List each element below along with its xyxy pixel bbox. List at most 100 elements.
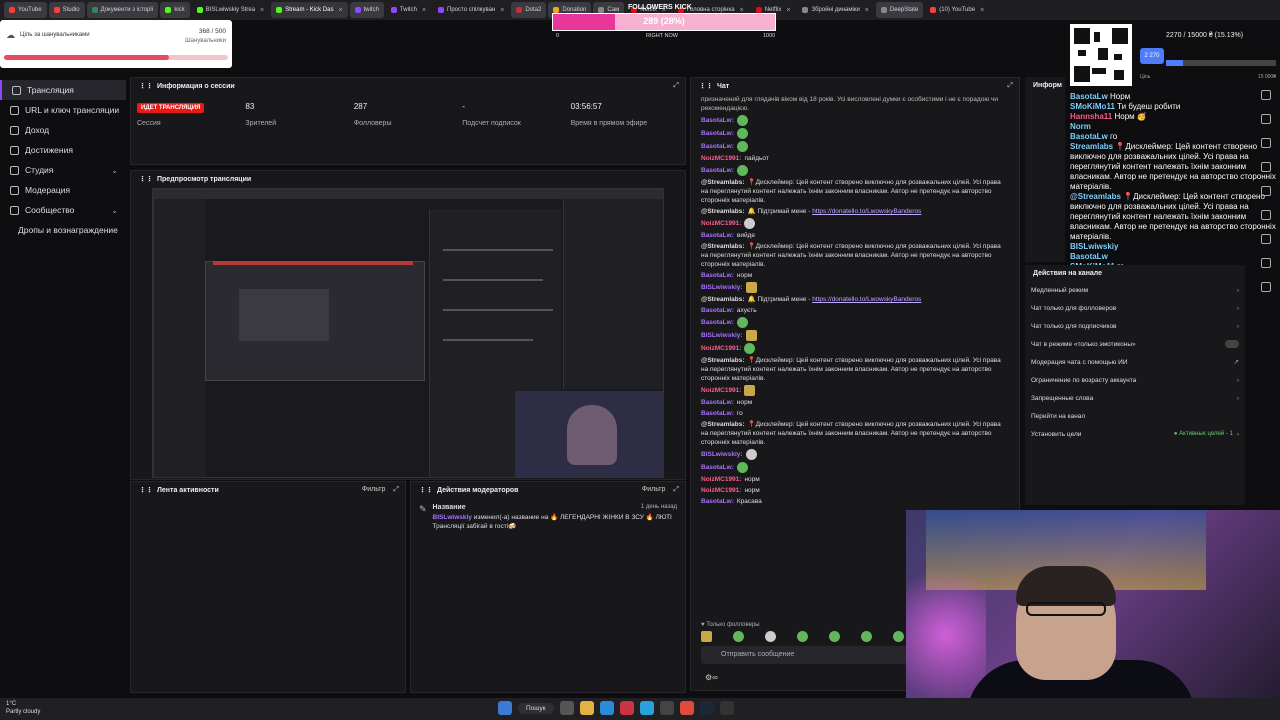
user-icon[interactable]	[1261, 138, 1271, 148]
telegram-icon[interactable]	[639, 701, 654, 715]
emote-icon[interactable]	[893, 631, 904, 642]
expand-icon[interactable]: ⤢	[673, 486, 679, 494]
nav-item[interactable]: Сообщество ⌄	[0, 200, 126, 220]
chat-username[interactable]: BasotaLw:	[701, 232, 734, 239]
chat-username[interactable]: @Streamlabs:	[701, 296, 745, 303]
grip-icon[interactable]: ⋮⋮	[139, 486, 153, 494]
emote-icon[interactable]	[701, 631, 712, 642]
browser-tab[interactable]: Збройні динаміки ×	[797, 2, 873, 18]
list-icon[interactable]	[1261, 162, 1271, 172]
grip-icon[interactable]: ⋮⋮	[699, 82, 713, 90]
taskbar-search[interactable]: Пошук	[518, 702, 554, 714]
nav-item[interactable]: Трансляция	[0, 80, 126, 100]
pin-icon[interactable]	[1261, 90, 1271, 100]
grip-icon[interactable]: ⋮⋮	[419, 486, 433, 494]
chrome-icon[interactable]	[679, 701, 694, 715]
emote-icon[interactable]	[829, 631, 840, 642]
channel-action-row[interactable]: Чат только для фолловеров ›	[1025, 299, 1245, 317]
app-icon[interactable]	[619, 701, 634, 715]
weather-widget[interactable]: 1°C Partly cloudy	[6, 700, 40, 716]
chat-input[interactable]: Отправить сообщение	[701, 646, 913, 664]
gear-icon[interactable]	[1261, 282, 1271, 292]
tab-close-icon[interactable]: ×	[786, 7, 790, 14]
channel-action-row[interactable]: Модерация чата с помощью ИИ ↗	[1025, 353, 1245, 371]
chat-username[interactable]: NoizMC1991:	[701, 476, 741, 483]
browser-tab[interactable]: DeepState	[875, 2, 924, 18]
nav-item[interactable]: Студия ⌄	[0, 160, 126, 180]
grid-icon[interactable]	[1261, 234, 1271, 244]
chat-username[interactable]: BasotaLw:	[701, 399, 734, 406]
chat-username[interactable]: @Streamlabs:	[701, 421, 745, 428]
chat-username[interactable]: NoizMC1991:	[701, 345, 741, 352]
expand-icon[interactable]: ⤢	[393, 486, 399, 494]
chat-username[interactable]: NoizMC1991:	[701, 387, 741, 394]
chat-username[interactable]: BasotaLw:	[701, 307, 734, 314]
chat-username[interactable]: BasotaLw:	[701, 498, 734, 505]
emote-only-toggle[interactable]	[1225, 340, 1239, 348]
browser-tab[interactable]: Stream - Kick Das ×	[271, 2, 348, 18]
tab-close-icon[interactable]: ×	[500, 7, 504, 14]
tab-close-icon[interactable]: ×	[260, 7, 264, 14]
browser-tab[interactable]: Studio	[48, 2, 85, 18]
browser-tab[interactable]: BISLwiwskiy Strea ×	[192, 2, 269, 18]
obs-icon[interactable]	[719, 701, 734, 715]
edge-icon[interactable]	[599, 701, 614, 715]
tab-close-icon[interactable]: ×	[980, 7, 984, 14]
start-icon[interactable]	[498, 701, 512, 715]
chat-username[interactable]: NoizMC1991:	[701, 220, 741, 227]
emote-icon[interactable]	[797, 631, 808, 642]
wrench-icon[interactable]	[1261, 258, 1271, 268]
nav-item[interactable]: Дропы и вознаграждение	[0, 220, 126, 240]
code-icon[interactable]	[1261, 210, 1271, 220]
chat-username[interactable]: NoizMC1991:	[701, 155, 741, 162]
nav-item[interactable]: Доход	[0, 120, 126, 140]
expand-icon[interactable]: ⤢	[1007, 82, 1013, 90]
chat-username[interactable]: BasotaLw:	[701, 319, 734, 326]
nav-item[interactable]: Достижения	[0, 140, 126, 160]
chat-username[interactable]: BasotaLw:	[701, 167, 734, 174]
taskview-icon[interactable]	[559, 701, 574, 715]
channel-action-row[interactable]: Ограничение по возрасту аккаунта ›	[1025, 371, 1245, 389]
browser-tab[interactable]: Просто спілкуван ×	[433, 2, 509, 18]
channel-action-row[interactable]: Перейти на канал	[1025, 407, 1245, 425]
mod-action-user[interactable]: BISLwiwskiy	[433, 514, 472, 521]
tab-close-icon[interactable]: ×	[865, 7, 869, 14]
channel-action-row[interactable]: Чат в режиме «только эмотиконы»	[1025, 335, 1245, 353]
stream-preview-video[interactable]	[152, 188, 664, 478]
channel-action-row[interactable]: Медленный режим ›	[1025, 281, 1245, 299]
expand-icon[interactable]: ⤢	[673, 82, 679, 90]
app-icon[interactable]	[659, 701, 674, 715]
emote-icon[interactable]	[861, 631, 872, 642]
emote-icon[interactable]	[733, 631, 744, 642]
channel-action-row[interactable]: Чат только для подписчиков ›	[1025, 317, 1245, 335]
steam-icon[interactable]	[699, 701, 714, 715]
nav-item[interactable]: URL и ключ трансляции	[0, 100, 126, 120]
chat-username[interactable]: @Streamlabs:	[701, 357, 745, 364]
chat-username[interactable]: @Streamlabs:	[701, 179, 745, 186]
browser-tab[interactable]: twitch	[349, 2, 384, 18]
chat-username[interactable]: BasotaLw:	[701, 130, 734, 137]
chat-link[interactable]: https://donatello.to/LwowskyBanderos	[812, 296, 921, 303]
chat-username[interactable]: BasotaLw:	[701, 143, 734, 150]
activity-filter-button[interactable]: Фильтр	[362, 486, 386, 494]
channel-action-row[interactable]: Запрещенные слова ›	[1025, 389, 1245, 407]
shield-icon[interactable]	[1261, 186, 1271, 196]
grip-icon[interactable]: ⋮⋮	[139, 82, 153, 90]
browser-tab[interactable]: Документи з історії	[86, 2, 159, 18]
chat-username[interactable]: BasotaLw:	[701, 117, 734, 124]
browser-tab[interactable]: (10) YouTube ×	[925, 2, 989, 18]
folder-icon[interactable]	[579, 701, 594, 715]
chat-username[interactable]: BISLwiwskiy:	[701, 451, 743, 458]
browser-tab[interactable]: Dota2	[511, 2, 547, 18]
chat-username[interactable]: BasotaLw:	[701, 410, 734, 417]
chat-link[interactable]: https://donatello.to/LwowskyBanderos	[812, 208, 921, 215]
grip-icon[interactable]: ⋮⋮	[139, 175, 153, 183]
close-icon[interactable]	[1261, 114, 1271, 124]
chat-username[interactable]: BasotaLw:	[701, 272, 734, 279]
chat-username[interactable]: NoizMC1991:	[701, 487, 741, 494]
chat-username[interactable]: @Streamlabs:	[701, 208, 745, 215]
channel-action-row[interactable]: Установить цели ● Активных целей - 1 ›	[1025, 425, 1245, 443]
settings-icon[interactable]: ⚙∞	[705, 673, 718, 682]
tab-close-icon[interactable]: ×	[338, 7, 342, 14]
mod-actions-filter-button[interactable]: Фильтр	[642, 486, 666, 494]
